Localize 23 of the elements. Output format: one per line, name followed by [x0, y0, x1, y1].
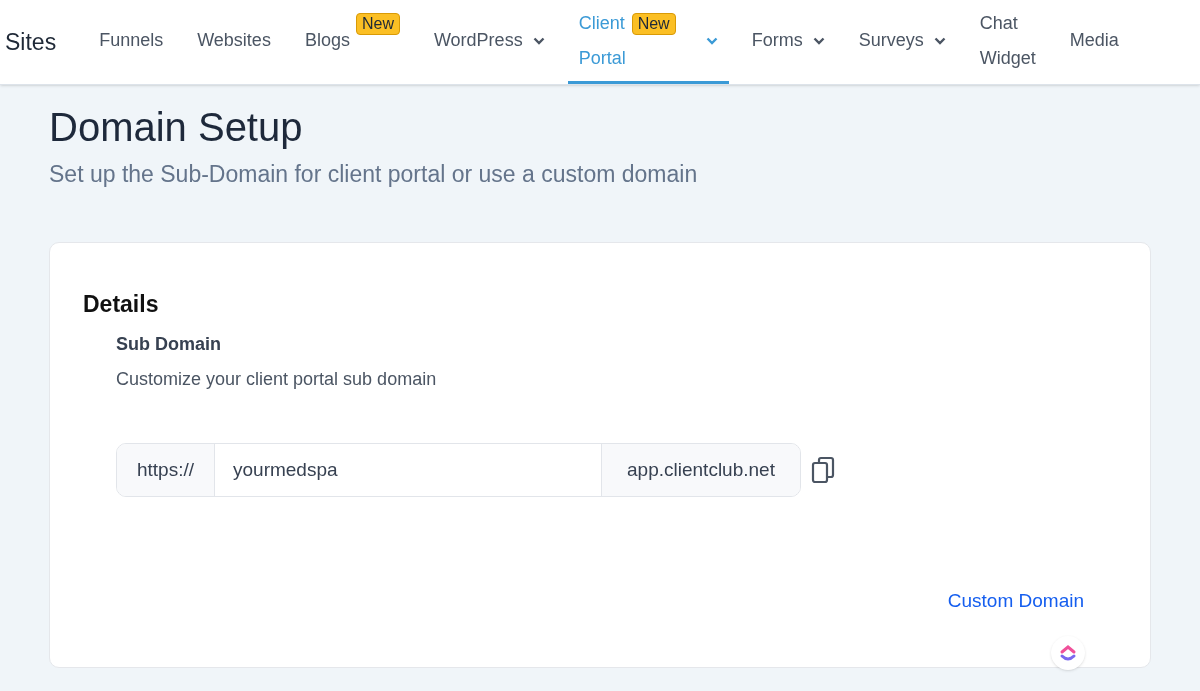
section-title: Sites: [5, 27, 57, 57]
subdomain-field[interactable]: https:// yourmedspa app.clientclub.net: [116, 443, 801, 497]
nav-tab[interactable]: Client Portal New: [567, 0, 729, 84]
url-prefix: https://: [117, 444, 215, 496]
page-subtitle: Set up the Sub-Domain for client portal or use a custom domain: [49, 160, 699, 189]
nav-tab[interactable]: Surveys: [847, 0, 957, 84]
nav-tab[interactable]: Websites: [186, 0, 282, 84]
nav-tab[interactable]: Media: [1058, 0, 1130, 84]
field-label: Sub Domain: [116, 333, 222, 356]
new-badge: New: [355, 13, 400, 35]
page-title: Domain Setup: [49, 105, 304, 149]
field-description: Customize your client portal sub domain: [116, 368, 438, 391]
custom-domain-link[interactable]: Custom Domain: [947, 587, 1084, 616]
new-badge: New: [631, 13, 676, 35]
domain-suffix: app.clientclub.net: [601, 444, 800, 496]
nav-tab[interactable]: Blogs New: [293, 0, 411, 84]
copy-icon[interactable]: [811, 456, 837, 484]
nav-tab[interactable]: WordPress: [422, 0, 556, 84]
nav-tab[interactable]: Forms: [740, 0, 836, 84]
nav-tab[interactable]: Funnels: [88, 0, 175, 84]
chevron-logo-icon[interactable]: [1051, 635, 1085, 670]
nav-tab[interactable]: Chat Widget: [968, 0, 1047, 84]
card-heading: Details: [83, 289, 160, 319]
